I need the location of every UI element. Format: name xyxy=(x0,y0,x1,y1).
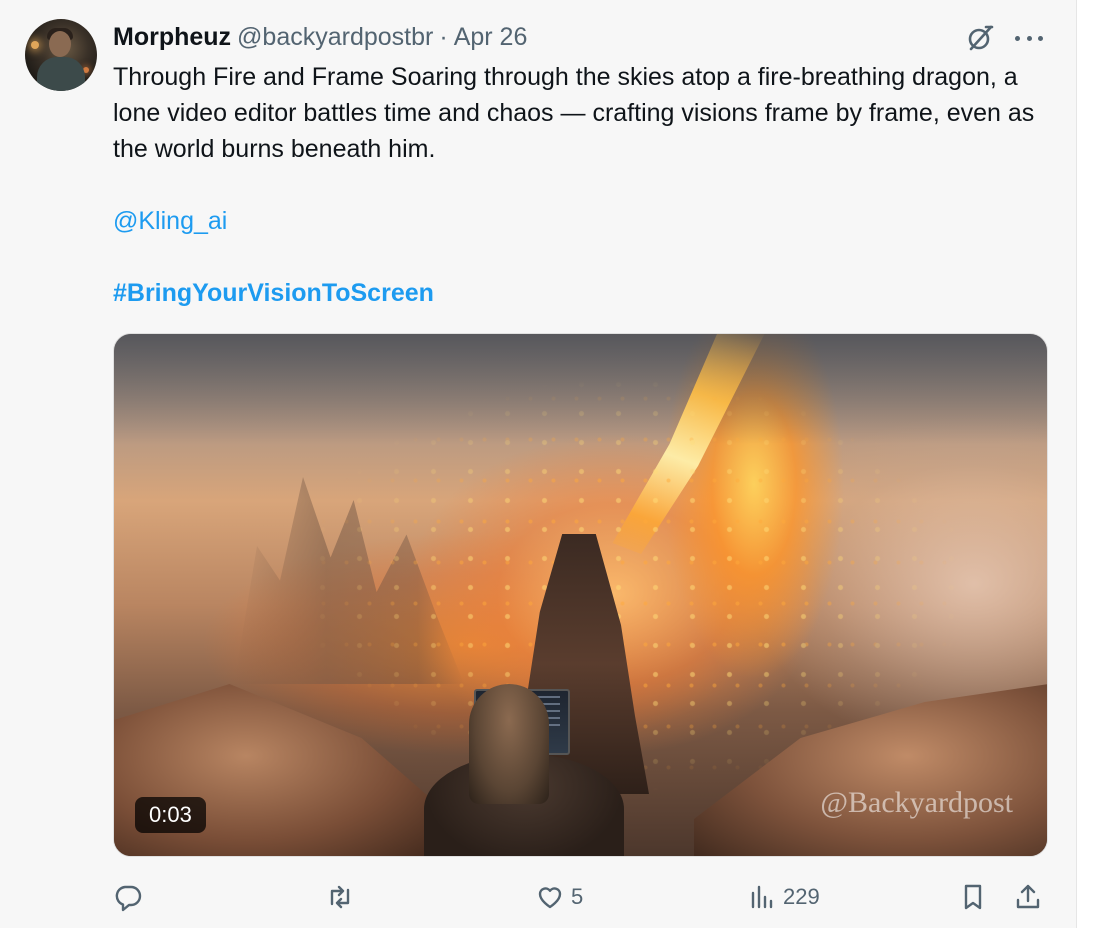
more-dot xyxy=(1015,35,1020,41)
view-count: 229 xyxy=(783,884,820,909)
heart-icon xyxy=(538,887,562,909)
retweet-button[interactable] xyxy=(325,878,361,916)
video-player[interactable]: @Backyardpost 0:03 xyxy=(113,333,1048,857)
video-watermark: @Backyardpost xyxy=(820,786,1013,819)
video-duration-badge: 0:03 xyxy=(135,797,206,833)
avatar-lamp xyxy=(31,41,39,49)
video-rider xyxy=(469,684,549,804)
avatar[interactable] xyxy=(25,19,97,91)
grok-icon[interactable] xyxy=(964,22,996,54)
mention-link[interactable]: @Kling_ai xyxy=(113,207,227,235)
tweet[interactable]: Morpheuz @backyardpostbr · Apr 26 Throug… xyxy=(0,0,1076,928)
views-icon xyxy=(751,885,773,909)
reply-button[interactable] xyxy=(113,878,149,916)
more-icon[interactable] xyxy=(1015,24,1043,52)
tweet-text: Through Fire and Frame Soaring through t… xyxy=(113,59,1063,311)
bookmark-icon xyxy=(964,884,982,910)
like-count: 5 xyxy=(571,884,584,909)
author-handle[interactable]: @backyardpostbr xyxy=(237,23,433,52)
avatar-figure-body xyxy=(37,57,85,91)
author-name[interactable]: Morpheuz xyxy=(113,23,231,52)
tweet-header: Morpheuz @backyardpostbr · Apr 26 xyxy=(113,20,527,54)
views-button[interactable]: 229 xyxy=(747,878,820,916)
more-dot xyxy=(1038,35,1043,41)
share-icon xyxy=(1016,884,1040,909)
bookmark-button[interactable] xyxy=(958,878,988,916)
more-dot xyxy=(1026,35,1032,41)
tweet-body: Through Fire and Frame Soaring through t… xyxy=(113,63,1035,163)
share-button[interactable] xyxy=(1013,878,1043,916)
hashtag-link[interactable]: #BringYourVisionToScreen xyxy=(113,279,434,307)
retweet-icon xyxy=(330,885,350,909)
header-separator: · xyxy=(439,22,448,51)
action-bar: 5 229 xyxy=(113,878,1046,916)
right-column xyxy=(1076,0,1104,928)
tweet-date[interactable]: Apr 26 xyxy=(454,23,528,52)
like-button[interactable]: 5 xyxy=(535,878,583,916)
avatar-figure-head xyxy=(49,31,71,57)
reply-icon xyxy=(115,885,142,912)
